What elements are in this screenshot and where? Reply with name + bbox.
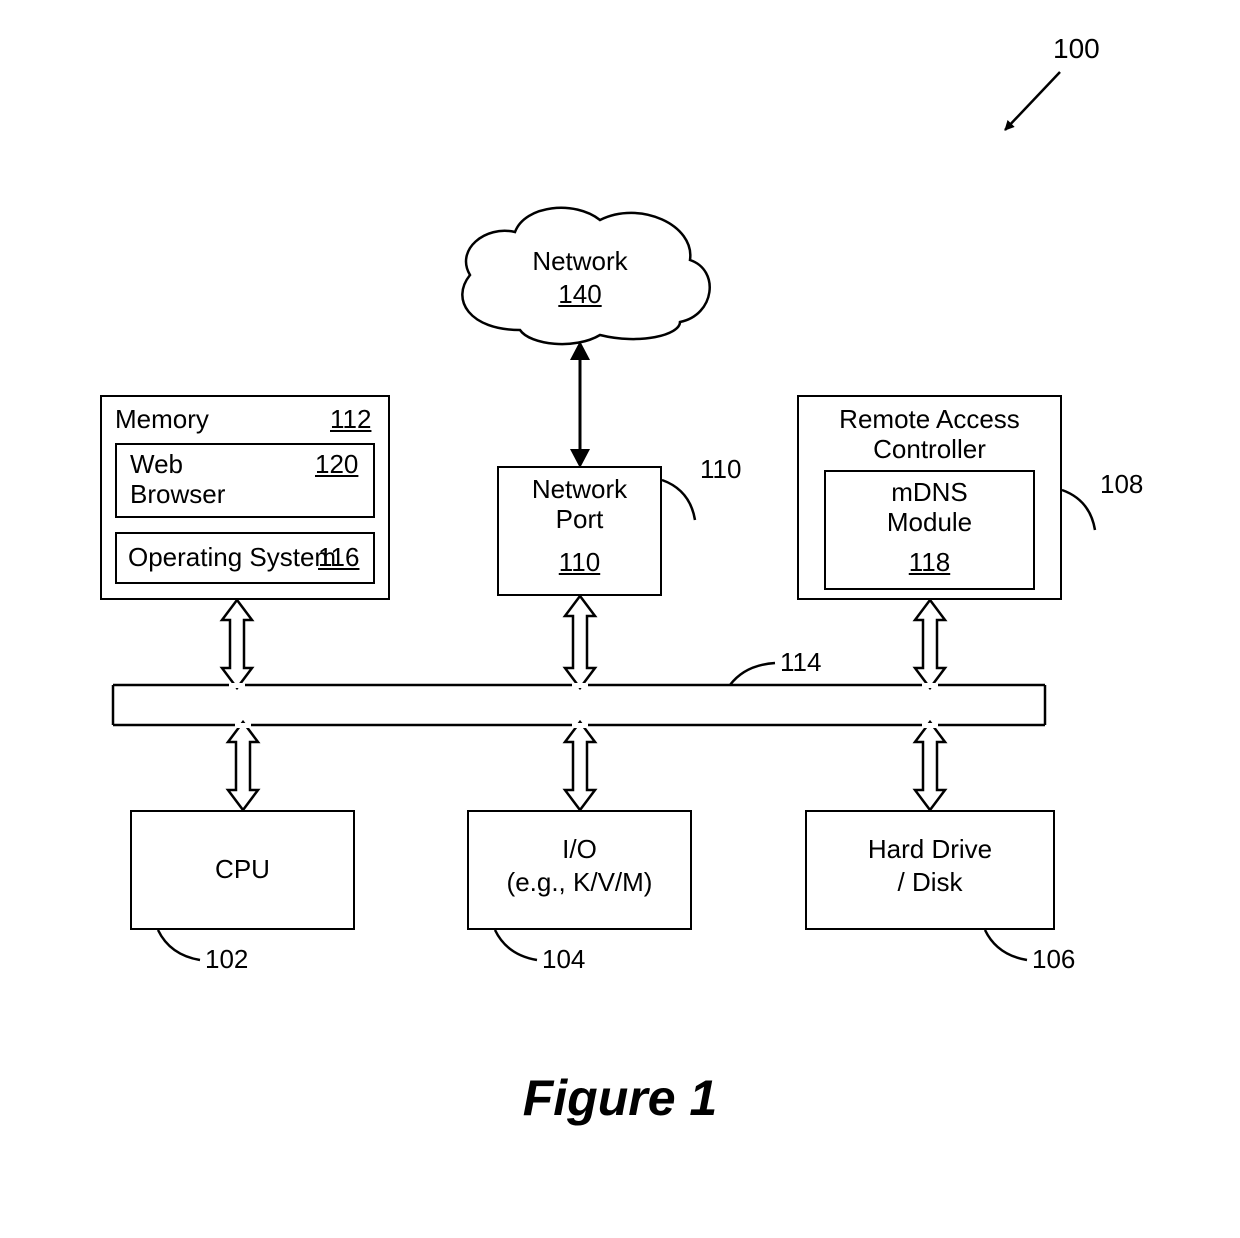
bus-gap [922, 683, 938, 688]
bus-gap [572, 723, 588, 728]
figure-title: Figure 1 [0, 1070, 1240, 1128]
bus-gap [235, 723, 251, 728]
diagram-canvas: 100 Network 140 Network Port 110 110 Mem… [0, 0, 1240, 1238]
bus-gap [572, 683, 588, 688]
bus-gap [229, 683, 245, 688]
bus-and-arrows [0, 0, 1240, 1238]
bus-leader-ref: 114 [780, 648, 821, 678]
bus-gap [922, 723, 938, 728]
